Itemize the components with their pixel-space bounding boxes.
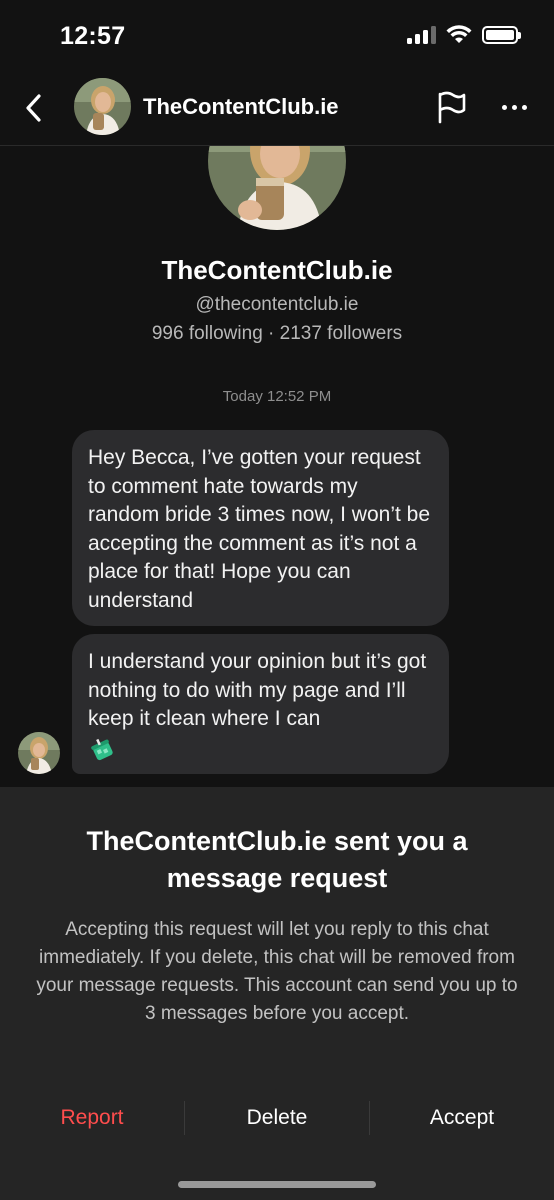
- home-indicator[interactable]: [178, 1181, 376, 1188]
- accept-button[interactable]: Accept: [370, 1098, 554, 1138]
- sender-avatar[interactable]: [18, 732, 60, 774]
- profile-name: TheContentClub.ie: [161, 255, 393, 285]
- chat-header: TheContentClub.ie: [0, 74, 554, 146]
- more-horizontal-icon: [501, 104, 507, 110]
- battery-icon: [482, 26, 521, 44]
- chevron-left-icon: [26, 94, 41, 122]
- message-request-sheet: TheContentClub.ie sent you a message req…: [0, 787, 554, 1200]
- message-bubble[interactable]: I understand your opinion but it’s got n…: [72, 634, 449, 774]
- profile-handle: @thecontentclub.ie: [195, 294, 359, 315]
- message-text: Hey Becca, I’ve gotten your request to c…: [88, 446, 431, 612]
- iced-coffee-cup-icon: [91, 738, 113, 761]
- message-bubble[interactable]: Hey Becca, I’ve gotten your request to c…: [72, 430, 449, 626]
- report-flag-button[interactable]: [433, 89, 469, 125]
- cellular-signal-icon: [407, 26, 436, 44]
- header-title[interactable]: TheContentClub.ie: [143, 94, 339, 120]
- back-button[interactable]: [18, 90, 48, 126]
- sheet-title: TheContentClub.ie sent you a message req…: [86, 826, 468, 893]
- message-text: I understand your opinion but it’s got n…: [88, 650, 427, 730]
- request-actions: Report Delete Accept: [0, 1098, 554, 1138]
- profile-stats: 996 following · 2137 followers: [151, 323, 403, 344]
- delete-button[interactable]: Delete: [185, 1098, 369, 1138]
- header-avatar[interactable]: [74, 78, 131, 135]
- report-button[interactable]: Report: [0, 1098, 184, 1138]
- status-time: 12:57: [60, 22, 126, 50]
- wifi-icon: [446, 25, 472, 43]
- sheet-description: Accepting this request will let you repl…: [36, 919, 518, 1024]
- status-bar: 12:57: [0, 0, 554, 74]
- flag-icon: [438, 91, 466, 124]
- message-timestamp: Today 12:52 PM: [222, 388, 332, 405]
- status-icons: [407, 25, 521, 45]
- more-options-button[interactable]: [496, 92, 532, 122]
